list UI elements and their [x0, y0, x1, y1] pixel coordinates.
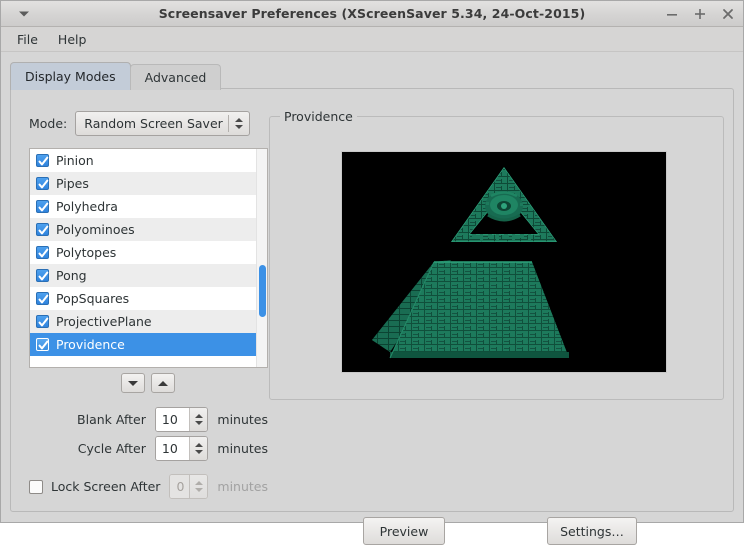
cycle-after-label: Cycle After	[29, 441, 146, 456]
chevron-up-icon	[195, 481, 203, 485]
list-item-label: ProjectivePlane	[56, 314, 152, 329]
cycle-after-value[interactable]: 10	[156, 437, 190, 460]
cycle-after-stepper[interactable]	[189, 437, 207, 460]
lock-screen-checkbox[interactable]	[29, 480, 43, 494]
tabstrip: Display Modes Advanced	[10, 62, 220, 90]
list-item-label: Polyominoes	[56, 222, 135, 237]
blank-after-value[interactable]: 10	[156, 408, 190, 431]
tab-area: Display Modes Advanced Mode: Random Scre…	[1, 52, 743, 522]
lock-screen-unit: minutes	[217, 479, 268, 494]
chevron-up-icon	[235, 118, 243, 122]
cycle-after-row: Cycle After 10 minutes	[29, 436, 268, 461]
list-item-checkbox[interactable]	[36, 338, 49, 351]
preview-button[interactable]: Preview	[363, 517, 445, 545]
list-scrollbar-thumb[interactable]	[259, 265, 266, 317]
list-item-checkbox[interactable]	[36, 246, 49, 259]
mode-combobox[interactable]: Random Screen Saver	[75, 111, 250, 136]
chevron-up-icon	[195, 414, 203, 418]
list-scrollbar-track[interactable]	[256, 149, 267, 367]
window-controls	[665, 1, 735, 26]
combobox-arrows[interactable]	[229, 118, 249, 129]
minimize-icon[interactable]	[665, 7, 679, 21]
list-item[interactable]: Providence	[30, 333, 256, 356]
list-item-checkbox[interactable]	[36, 200, 49, 213]
screensaver-preferences-window: Screensaver Preferences (XScreenSaver 5.…	[0, 0, 744, 523]
cycle-after-unit: minutes	[217, 441, 268, 456]
tab-advanced[interactable]: Advanced	[130, 64, 222, 90]
blank-after-unit: minutes	[217, 412, 268, 427]
preview-group-title: Providence	[280, 109, 357, 124]
chevron-down-icon	[195, 488, 203, 492]
lock-screen-value: 0	[170, 475, 189, 498]
chevron-down-icon	[235, 125, 243, 129]
blank-after-spinner[interactable]: 10	[155, 407, 209, 432]
settings-button[interactable]: Settings…	[547, 517, 637, 545]
chevron-up-icon	[195, 443, 203, 447]
mode-combobox-value: Random Screen Saver	[76, 116, 228, 131]
list-item-checkbox[interactable]	[36, 177, 49, 190]
tab-display-modes[interactable]: Display Modes	[10, 62, 131, 90]
list-item-label: PopSquares	[56, 291, 129, 306]
blank-after-row: Blank After 10 minutes	[29, 407, 268, 432]
triangle-down-icon	[128, 381, 138, 386]
eye-face	[485, 191, 523, 221]
list-item-checkbox[interactable]	[36, 154, 49, 167]
menubar: File Help	[1, 27, 743, 52]
blank-after-label: Blank After	[29, 412, 146, 427]
lock-screen-row: Lock Screen After 0 minutes	[29, 474, 268, 499]
list-item[interactable]: Pinion	[30, 149, 256, 172]
mode-label: Mode:	[29, 116, 67, 131]
list-order-buttons	[121, 373, 175, 393]
list-item-label: Polyhedra	[56, 199, 118, 214]
list-item-checkbox[interactable]	[36, 292, 49, 305]
blank-after-stepper[interactable]	[189, 408, 207, 431]
mode-row: Mode: Random Screen Saver	[29, 111, 250, 136]
list-item-label: Providence	[56, 337, 125, 352]
screensaver-preview[interactable]	[341, 151, 667, 373]
providence-graphic	[342, 152, 667, 373]
preview-group: Providence	[269, 116, 724, 400]
list-item-checkbox[interactable]	[36, 269, 49, 282]
list-item[interactable]: Polyhedra	[30, 195, 256, 218]
screensaver-list-rows: Pinion Pipes Polyhedra Polyominoes Polytopes…	[30, 149, 256, 367]
menu-item-help[interactable]: Help	[48, 29, 97, 50]
window-title: Screensaver Preferences (XScreenSaver 5.…	[1, 6, 743, 21]
chevron-down-icon	[195, 421, 203, 425]
cycle-after-spinner[interactable]: 10	[155, 436, 209, 461]
list-item-label: Polytopes	[56, 245, 116, 260]
screensaver-list[interactable]: Pinion Pipes Polyhedra Polyominoes Polytopes…	[29, 148, 268, 368]
list-item[interactable]: Pong	[30, 264, 256, 287]
display-modes-panel: Mode: Random Screen Saver Pinion Pipes Pol…	[10, 88, 734, 512]
list-item[interactable]: Polyominoes	[30, 218, 256, 241]
close-icon[interactable]	[721, 7, 735, 21]
list-item-checkbox[interactable]	[36, 223, 49, 236]
move-up-button[interactable]	[151, 373, 175, 393]
list-item-label: Pinion	[56, 153, 94, 168]
list-item-checkbox[interactable]	[36, 315, 49, 328]
menu-item-file[interactable]: File	[7, 29, 48, 50]
lock-screen-label: Lock Screen After	[51, 479, 160, 494]
list-item[interactable]: ProjectivePlane	[30, 310, 256, 333]
move-down-button[interactable]	[121, 373, 145, 393]
list-item[interactable]: PopSquares	[30, 287, 256, 310]
list-item[interactable]: Polytopes	[30, 241, 256, 264]
list-item-label: Pipes	[56, 176, 89, 191]
triangle-up-icon	[158, 381, 168, 386]
maximize-icon[interactable]	[693, 7, 707, 21]
titlebar: Screensaver Preferences (XScreenSaver 5.…	[1, 1, 743, 27]
list-item[interactable]: Pipes	[30, 172, 256, 195]
lock-screen-spinner: 0	[169, 474, 208, 499]
lock-screen-stepper	[189, 475, 207, 498]
list-item-label: Pong	[56, 268, 87, 283]
chevron-down-icon	[195, 450, 203, 454]
